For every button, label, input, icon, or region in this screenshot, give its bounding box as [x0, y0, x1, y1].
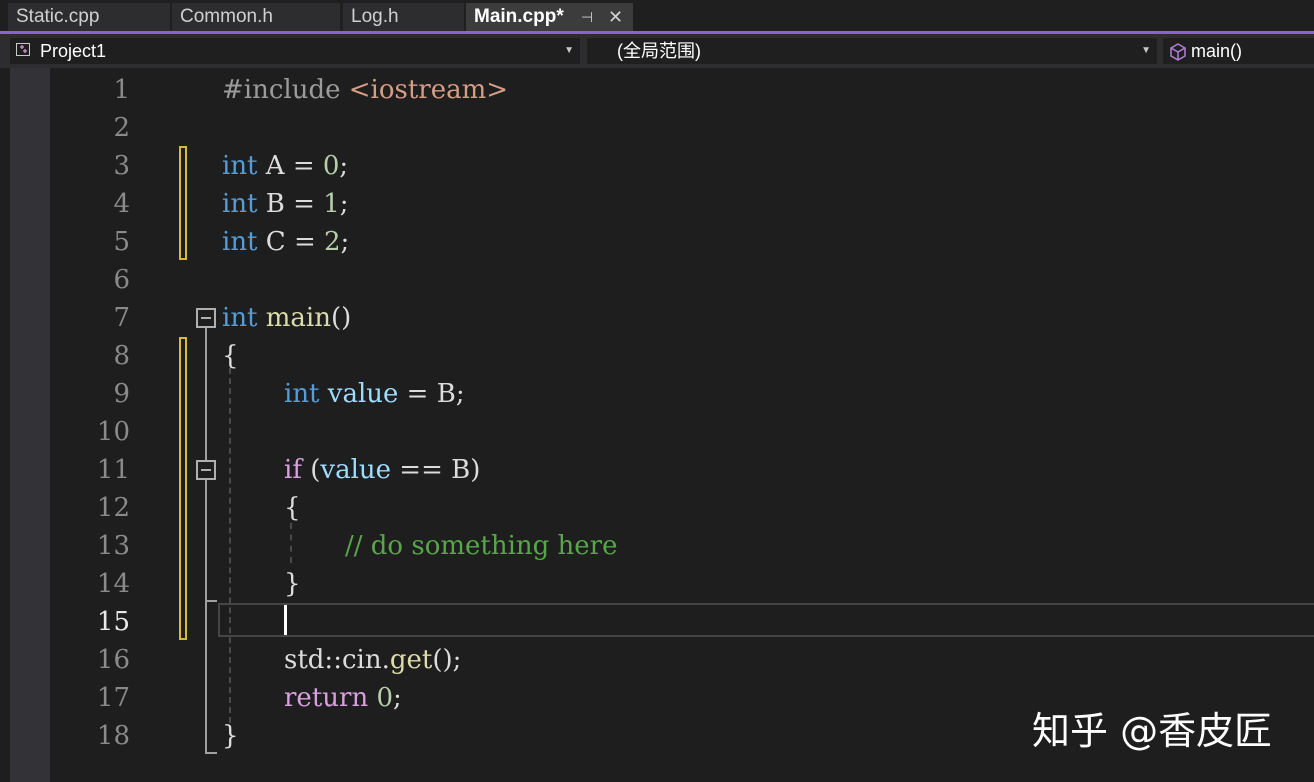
code-line-7: int main() — [222, 303, 352, 333]
code-line-5: int C = 2; — [222, 227, 350, 257]
indicator-margin — [10, 68, 50, 782]
line-number: 16 — [96, 645, 130, 675]
code-line-16: std::cin.get(); — [284, 645, 462, 675]
text-caret — [284, 605, 287, 635]
collapse-if-icon[interactable] — [196, 460, 216, 480]
line-number: 17 — [96, 683, 130, 713]
code-line-9: int value = B; — [284, 379, 465, 409]
change-marker — [179, 337, 187, 640]
chevron-down-icon: ▼ — [564, 45, 574, 56]
pin-icon[interactable]: ⊣ — [581, 3, 593, 31]
tab-label: Log.h — [351, 6, 399, 27]
change-marker — [179, 146, 187, 260]
line-number: 6 — [113, 265, 130, 295]
code-line-4: int B = 1; — [222, 189, 349, 219]
code-line-12: { — [284, 493, 301, 523]
function-cube-icon — [1169, 42, 1187, 68]
code-line-1: #include <iostream> — [222, 75, 509, 105]
tab-main-cpp[interactable]: Main.cpp* ⊣ ✕ — [466, 3, 633, 32]
navigation-bar: Project1 ▼ (全局范围) ▼ main() — [0, 34, 1314, 68]
line-number: 5 — [113, 227, 130, 257]
line-number: 7 — [113, 303, 130, 333]
line-number: 8 — [113, 341, 130, 371]
tab-static-cpp[interactable]: Static.cpp — [8, 3, 170, 32]
code-editor[interactable]: 1 2 3 4 5 6 7 8 9 10 11 12 13 14 15 16 1… — [0, 68, 1314, 782]
code-line-13: // do something here — [345, 531, 618, 561]
code-line-11: if (value == B) — [284, 455, 481, 485]
line-number: 9 — [113, 379, 130, 409]
tab-label: Main.cpp* — [474, 6, 564, 27]
code-line-8: { — [222, 341, 239, 371]
tab-log-h[interactable]: Log.h — [343, 3, 464, 32]
project-icon — [16, 43, 30, 56]
line-number: 14 — [96, 569, 130, 599]
scope-dropdown[interactable]: (全局范围) ▼ — [587, 38, 1157, 64]
watermark: 知乎 @香皮匠 — [1032, 709, 1273, 753]
close-icon[interactable]: ✕ — [608, 3, 623, 31]
scope-label: (全局范围) — [617, 41, 701, 61]
line-number: 10 — [96, 417, 130, 447]
chevron-down-icon: ▼ — [1141, 45, 1151, 56]
indent-guide — [290, 523, 292, 563]
project-name: Project1 — [40, 41, 107, 61]
current-line-highlight — [218, 603, 1314, 637]
line-number-current: 15 — [96, 607, 130, 637]
line-number: 1 — [113, 75, 130, 105]
line-number: 12 — [96, 493, 130, 523]
line-number: 11 — [96, 455, 130, 485]
collapse-main-icon[interactable] — [196, 308, 216, 328]
line-number: 13 — [96, 531, 130, 561]
member-dropdown[interactable]: main() — [1163, 38, 1314, 64]
member-label: main() — [1191, 41, 1243, 61]
indent-guide — [229, 368, 231, 723]
tab-label: Common.h — [180, 6, 273, 27]
line-number: 4 — [113, 189, 130, 219]
line-number: 18 — [96, 721, 130, 751]
tab-label: Static.cpp — [16, 6, 100, 27]
outline-end — [205, 600, 217, 602]
line-number: 3 — [113, 151, 130, 181]
code-line-18: } — [222, 721, 239, 751]
tab-common-h[interactable]: Common.h — [172, 3, 340, 32]
document-tab-bar: Static.cpp Common.h Log.h Main.cpp* ⊣ ✕ — [0, 0, 1314, 32]
code-line-3: int A = 0; — [222, 151, 349, 181]
project-dropdown[interactable]: Project1 ▼ — [10, 38, 580, 64]
code-line-17: return 0; — [284, 683, 402, 713]
line-number: 2 — [113, 113, 130, 143]
outline-line — [205, 328, 207, 754]
code-line-14: } — [284, 569, 301, 599]
outline-end — [205, 752, 217, 754]
